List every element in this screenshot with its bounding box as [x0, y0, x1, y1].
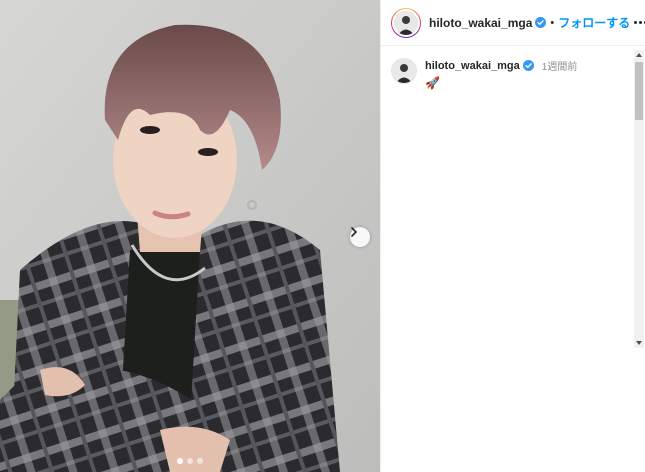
avatar-image — [394, 10, 418, 35]
verified-badge-icon — [522, 60, 534, 71]
chevron-right-icon — [351, 227, 358, 237]
header-username[interactable]: hiloto_wakai_mga — [429, 16, 532, 30]
follow-button[interactable]: フォローする — [558, 14, 630, 31]
post-header: hiloto_wakai_mga • フォローする — [381, 0, 645, 46]
verified-badge-icon — [535, 17, 547, 28]
post-side-panel: hiloto_wakai_mga • フォローする hiloto_wakai_m… — [380, 0, 645, 472]
caption-body: hiloto_wakai_mga 1週間前 🚀 — [425, 58, 578, 91]
next-photo-button[interactable] — [350, 227, 370, 247]
scroll-up-arrow-icon[interactable] — [634, 50, 644, 60]
carousel-dot — [197, 458, 203, 464]
comments-scrollbar[interactable] — [634, 50, 644, 348]
caption: hiloto_wakai_mga 1週間前 🚀 — [381, 46, 645, 90]
carousel-dot-active — [177, 458, 183, 464]
caption-username[interactable]: hiloto_wakai_mga — [425, 60, 520, 72]
post-photo — [0, 0, 380, 472]
story-ring[interactable] — [391, 7, 421, 38]
carousel-dot — [187, 458, 193, 464]
caption-avatar-image — [392, 59, 416, 83]
more-options-icon[interactable] — [630, 17, 645, 28]
caption-avatar[interactable] — [391, 58, 417, 84]
header-separator: • — [550, 16, 555, 29]
avatar[interactable] — [392, 8, 420, 37]
scrollbar-thumb[interactable] — [635, 62, 643, 120]
caption-head: hiloto_wakai_mga 1週間前 — [425, 58, 578, 74]
scroll-down-arrow-icon[interactable] — [634, 338, 644, 348]
caption-timestamp[interactable]: 1週間前 — [542, 58, 578, 73]
post-photo-illustration — [0, 0, 380, 472]
carousel-dots — [0, 458, 380, 464]
caption-text: 🚀 — [425, 76, 440, 90]
comments-area: hiloto_wakai_mga 1週間前 🚀 — [381, 46, 645, 346]
